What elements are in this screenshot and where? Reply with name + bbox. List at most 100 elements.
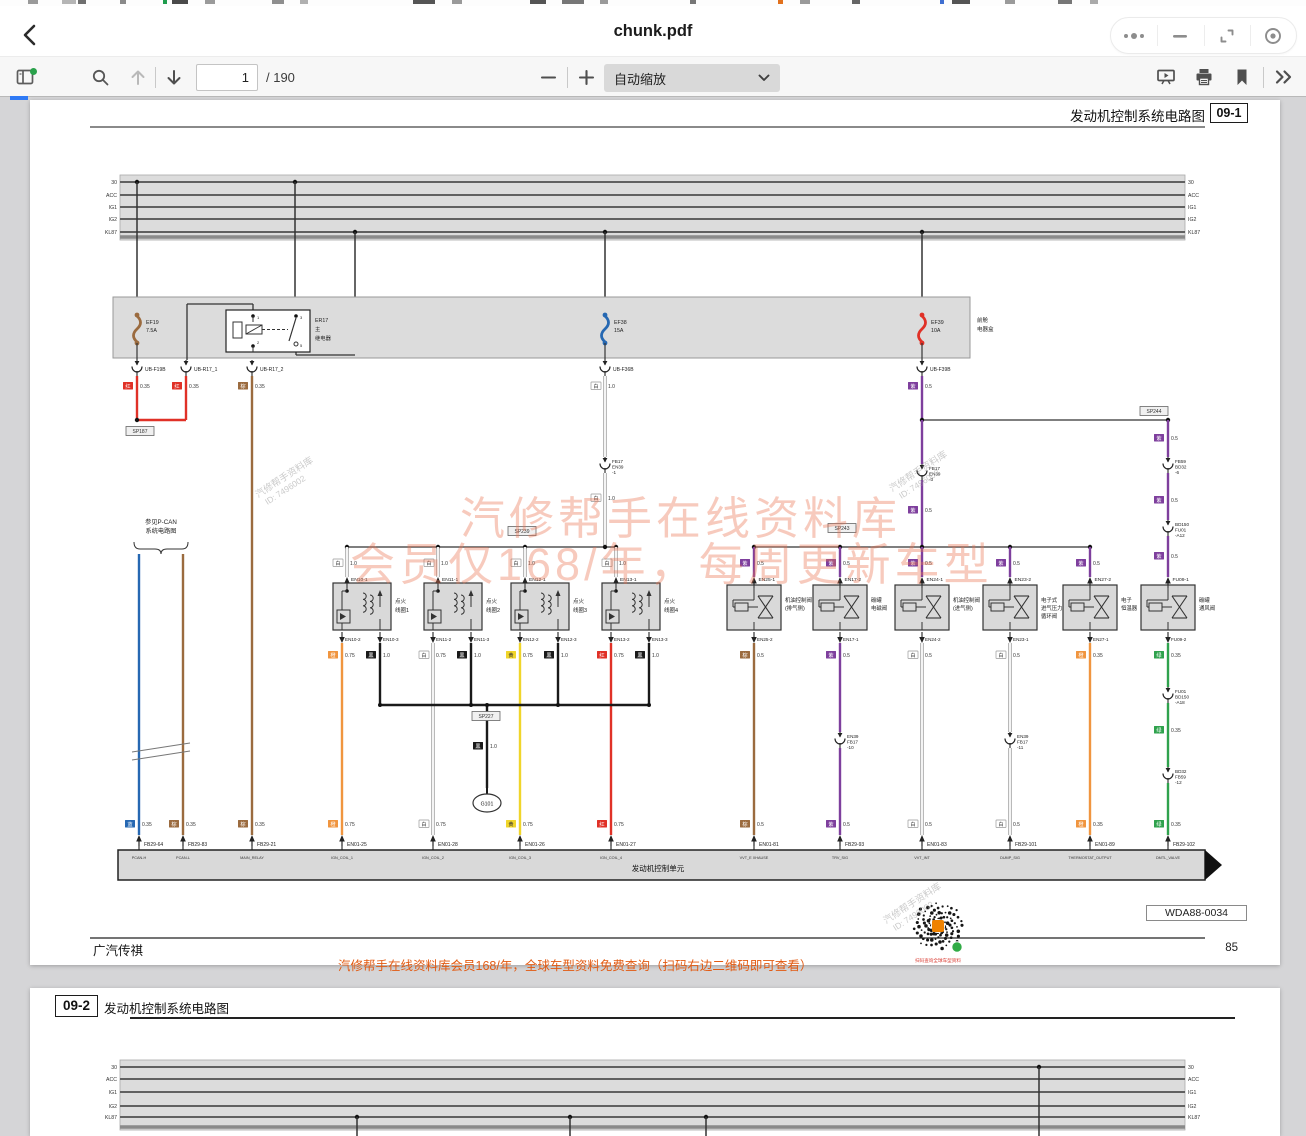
bookmark-button[interactable] bbox=[1226, 61, 1258, 93]
svg-text:EN13-3: EN13-3 bbox=[652, 637, 668, 642]
svg-text:FB29-64: FB29-64 bbox=[144, 842, 163, 848]
svg-text:0.5: 0.5 bbox=[925, 384, 932, 390]
footer-page-number: 85 bbox=[1150, 942, 1238, 954]
svg-text:KL87: KL87 bbox=[1188, 1115, 1200, 1121]
svg-text:恒温器: 恒温器 bbox=[1121, 604, 1138, 612]
svg-text:机油控制阀: 机油控制阀 bbox=[953, 596, 980, 604]
wiring-diagram-09-1: 3030ACCACCIG1IG1IG2IG2KL87KL87前舱电器盒EF197… bbox=[30, 100, 1280, 965]
svg-text:点火: 点火 bbox=[395, 598, 407, 605]
svg-text:0.75: 0.75 bbox=[523, 822, 533, 828]
svg-text:红: 红 bbox=[599, 820, 604, 828]
svg-text:SP243: SP243 bbox=[834, 526, 849, 532]
svg-text:绿: 绿 bbox=[1156, 651, 1162, 659]
svg-text:进气压力: 进气压力 bbox=[1041, 604, 1063, 612]
svg-text:红: 红 bbox=[125, 382, 130, 390]
svg-text:1.0: 1.0 bbox=[350, 561, 357, 567]
svg-text:EN01-25: EN01-25 bbox=[347, 842, 367, 848]
titlebar: chunk.pdf bbox=[0, 6, 1306, 56]
svg-text:EN25-1: EN25-1 bbox=[759, 577, 776, 583]
svg-text:电磁阀: 电磁阀 bbox=[871, 604, 887, 612]
svg-text:白: 白 bbox=[593, 494, 598, 502]
notification-dot bbox=[30, 68, 37, 75]
front-cabin-fuse-box: 前舱电器盒EF197.5AEF3815AEF3910A1235ER17主继电器 bbox=[113, 297, 994, 360]
svg-text:0.5: 0.5 bbox=[843, 561, 850, 567]
more-options-button[interactable] bbox=[1111, 18, 1157, 53]
svg-text:SP244: SP244 bbox=[1146, 409, 1161, 415]
svg-text:EN01-83: EN01-83 bbox=[927, 842, 947, 848]
diagram-code-badge: 09-2 bbox=[55, 995, 98, 1017]
svg-text:点火: 点火 bbox=[573, 598, 585, 605]
more-tools-button[interactable] bbox=[1268, 61, 1300, 93]
target-button[interactable] bbox=[1250, 18, 1296, 53]
svg-text:0.35: 0.35 bbox=[142, 822, 152, 828]
search-button[interactable] bbox=[84, 61, 116, 93]
svg-text:FB29-102: FB29-102 bbox=[1173, 842, 1195, 848]
minimize-button[interactable] bbox=[1157, 18, 1203, 53]
svg-text:-A18: -A18 bbox=[1175, 700, 1185, 705]
svg-text:-10: -10 bbox=[847, 745, 854, 750]
svg-text:FB17: FB17 bbox=[1017, 740, 1028, 745]
svg-text:DUMP_SIG: DUMP_SIG bbox=[1000, 856, 1020, 860]
svg-text:EN27-1: EN27-1 bbox=[1093, 637, 1109, 642]
sidebar-icon bbox=[16, 68, 37, 87]
svg-text:白: 白 bbox=[910, 820, 915, 828]
svg-text:30: 30 bbox=[1188, 180, 1194, 186]
svg-text:1.0: 1.0 bbox=[441, 561, 448, 567]
svg-text:(排气侧): (排气侧) bbox=[785, 604, 805, 612]
svg-text:UB-R17_1: UB-R17_1 bbox=[194, 367, 218, 373]
pdf-toolbar: / 190 自动缩放 bbox=[0, 56, 1306, 97]
svg-text:EN13-2: EN13-2 bbox=[614, 637, 630, 642]
print-icon bbox=[1194, 67, 1214, 87]
svg-text:30: 30 bbox=[111, 180, 117, 186]
valve-3: EN24-1机油控制阀(进气侧)EN24-2白0.5 bbox=[895, 577, 980, 659]
svg-text:0.5: 0.5 bbox=[1171, 554, 1178, 560]
zoom-out-button[interactable] bbox=[532, 61, 564, 93]
sidebar-toggle-button[interactable] bbox=[10, 61, 42, 93]
page-count-label: / 190 bbox=[266, 70, 295, 85]
zoom-mode-select[interactable]: 自动缩放 bbox=[604, 64, 780, 92]
svg-text:FB29-21: FB29-21 bbox=[257, 842, 276, 848]
zoom-mode-label: 自动缩放 bbox=[614, 69, 758, 88]
svg-text:电器盒: 电器盒 bbox=[977, 325, 994, 333]
restore-icon bbox=[1218, 27, 1236, 45]
svg-text:0.35: 0.35 bbox=[186, 822, 196, 828]
svg-text:EN17-1: EN17-1 bbox=[843, 637, 859, 642]
next-page-button[interactable] bbox=[158, 61, 190, 93]
svg-text:紫: 紫 bbox=[910, 560, 915, 567]
previous-page-button[interactable] bbox=[122, 61, 154, 93]
svg-text:棕: 棕 bbox=[240, 820, 245, 828]
presentation-icon bbox=[1156, 67, 1176, 87]
svg-text:-A12: -A12 bbox=[1175, 533, 1185, 538]
svg-text:紫: 紫 bbox=[998, 560, 1003, 567]
restore-button[interactable] bbox=[1204, 18, 1250, 53]
presentation-mode-button[interactable] bbox=[1150, 61, 1182, 93]
svg-text:30: 30 bbox=[111, 1065, 117, 1071]
svg-text:参见P-CAN: 参见P-CAN bbox=[145, 518, 177, 526]
svg-text:0.35: 0.35 bbox=[255, 384, 265, 390]
svg-text:0.5: 0.5 bbox=[925, 822, 932, 828]
zoom-in-button[interactable] bbox=[570, 61, 602, 93]
doc-code-badge: WDA88-0034 bbox=[1146, 905, 1247, 921]
svg-text:UB-F19B: UB-F19B bbox=[145, 367, 166, 373]
svg-text:0.5: 0.5 bbox=[1013, 822, 1020, 828]
valve-2: EN17-2碳罐电磁阀EN17-1紫0.5 bbox=[813, 577, 887, 659]
page-number-input[interactable] bbox=[196, 64, 258, 91]
svg-text:KL87: KL87 bbox=[105, 1115, 117, 1121]
svg-text:ACC: ACC bbox=[1188, 193, 1199, 199]
svg-text:点火: 点火 bbox=[664, 598, 676, 605]
svg-text:KL87: KL87 bbox=[1188, 230, 1200, 236]
svg-text:EN01-89: EN01-89 bbox=[1095, 842, 1115, 848]
svg-text:1.0: 1.0 bbox=[528, 561, 535, 567]
svg-text:FU09-2: FU09-2 bbox=[1171, 637, 1187, 642]
svg-text:0.35: 0.35 bbox=[1171, 822, 1181, 828]
svg-text:IG1: IG1 bbox=[1188, 205, 1196, 211]
print-button[interactable] bbox=[1188, 61, 1220, 93]
pdf-page-2: 3030ACCACCIG1IG1IG2IG2KL87KL87 09-2 发动机控… bbox=[30, 988, 1280, 1136]
svg-text:红: 红 bbox=[599, 651, 604, 659]
svg-text:0.5: 0.5 bbox=[1093, 561, 1100, 567]
svg-text:1.0: 1.0 bbox=[652, 653, 659, 659]
svg-text:白: 白 bbox=[421, 651, 426, 659]
svg-text:0.35: 0.35 bbox=[140, 384, 150, 390]
pdf-page-1: 3030ACCACCIG1IG1IG2IG2KL87KL87前舱电器盒EF197… bbox=[30, 100, 1280, 965]
svg-text:0.75: 0.75 bbox=[436, 653, 446, 659]
